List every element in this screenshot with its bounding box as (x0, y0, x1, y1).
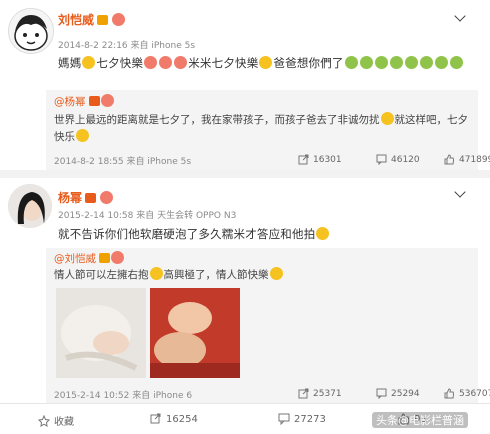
share-icon (298, 388, 309, 399)
quoted-author[interactable]: @杨幂 (54, 96, 86, 108)
emoji-icon (159, 56, 173, 69)
verified-icon (85, 193, 97, 203)
cartoon-avatar-icon (9, 9, 53, 53)
post-text: 就不告诉你们他软磨硬泡了多久糯米才答应和他拍 (58, 226, 483, 242)
post-meta: 2014-8-2 22:16 来自 iPhone 5s (58, 41, 196, 51)
post-text: 媽媽 七夕快樂 米米七夕快樂 爸爸想你們了 (58, 55, 483, 71)
weibo-post-2: 杨幂 2015-2-14 10:58 来自 天生会转 OPPO N3 就不告诉你… (0, 178, 490, 403)
post-meta: 2015-2-14 10:58 来自 天生会转 OPPO N3 (58, 211, 237, 221)
quoted-meta: 2014-8-2 18:55 来自 iPhone 5s (54, 157, 192, 167)
emoji-icon (149, 267, 163, 280)
emoji-icon (259, 56, 273, 69)
emoji-icon (434, 56, 448, 69)
emoji-icon (174, 56, 188, 69)
emoji-icon (380, 112, 394, 125)
chevron-down-icon[interactable] (454, 10, 466, 22)
repost-button[interactable]: 16254 (150, 413, 198, 425)
emoji-icon (359, 56, 373, 69)
comment-stat[interactable]: 25294 (376, 388, 420, 399)
emoji-icon (100, 94, 114, 107)
emoji-icon (111, 251, 124, 264)
share-stat[interactable]: 25371 (298, 388, 342, 399)
avatar[interactable] (8, 184, 52, 228)
quoted-text: 世界上最远的距离就是七夕了，我在家带孩子，而孩子爸去了非诚勿扰 就这样吧，七夕快乐 (54, 112, 468, 143)
emoji-icon (374, 56, 388, 69)
quoted-meta: 2015-2-14 10:52 来自 iPhone 6 (54, 391, 193, 401)
emoji-icon (389, 56, 403, 69)
quoted-post[interactable]: @杨幂 世界上最远的距离就是七夕了，我在家带孩子，而孩子爸去了非诚勿扰 就这样吧，… (46, 90, 490, 170)
emoji-icon (344, 56, 358, 69)
emoji-icon (144, 56, 158, 69)
quoted-author[interactable]: @刘恺威 (54, 253, 96, 265)
comment-icon (278, 413, 290, 425)
thumbs-up-icon (444, 154, 454, 165)
emoji-icon (112, 13, 126, 26)
comment-stat[interactable]: 46120 (376, 154, 420, 165)
emoji-icon (76, 129, 89, 142)
emoji-icon (419, 56, 433, 69)
watermark: 头条@电影栏普涵 (372, 412, 468, 428)
post-action-bar: 收藏 16254 27273 93 头条@电影栏普涵 (0, 403, 490, 434)
thumbs-up-icon (444, 388, 454, 399)
emoji-icon (100, 191, 114, 204)
hands-photo-icon (150, 288, 240, 378)
chevron-down-icon[interactable] (454, 186, 466, 198)
like-stat[interactable]: 471899 (444, 154, 490, 165)
like-stat[interactable]: 536707 (444, 388, 490, 399)
comment-icon (376, 388, 387, 399)
emoji-icon (82, 56, 96, 69)
photo-thumbnail[interactable] (150, 288, 240, 378)
avatar[interactable] (8, 8, 54, 54)
author-name[interactable]: 刘恺威 (58, 13, 94, 27)
emoji-icon (404, 56, 418, 69)
share-icon (298, 154, 309, 165)
quoted-text: 情人節可以左擁右抱 高興極了，情人節快樂 (54, 267, 474, 284)
share-icon (150, 413, 161, 424)
author-name[interactable]: 杨幂 (58, 191, 82, 205)
star-icon (38, 414, 50, 427)
comment-icon (376, 154, 387, 165)
emoji-icon (316, 227, 330, 240)
photo-thumbnail[interactable] (56, 288, 146, 378)
weibo-post-1: 刘恺威 2014-8-2 22:16 来自 iPhone 5s 媽媽 七夕快樂 米米… (0, 0, 490, 170)
baby-hand-photo-icon (56, 288, 146, 378)
verified-icon (97, 15, 109, 25)
emoji-icon (269, 267, 283, 280)
verified-icon (88, 96, 100, 106)
comment-button[interactable]: 27273 (278, 413, 326, 425)
favorite-button[interactable]: 收藏 (38, 413, 74, 428)
share-stat[interactable]: 16301 (298, 154, 342, 165)
profile-photo-icon (8, 184, 52, 228)
quoted-post[interactable]: @刘恺威 情人節可以左擁右抱 高興極了，情人節快樂 2015-2-14 10:52… (46, 248, 490, 403)
emoji-icon (449, 56, 463, 69)
verified-icon (99, 253, 110, 263)
